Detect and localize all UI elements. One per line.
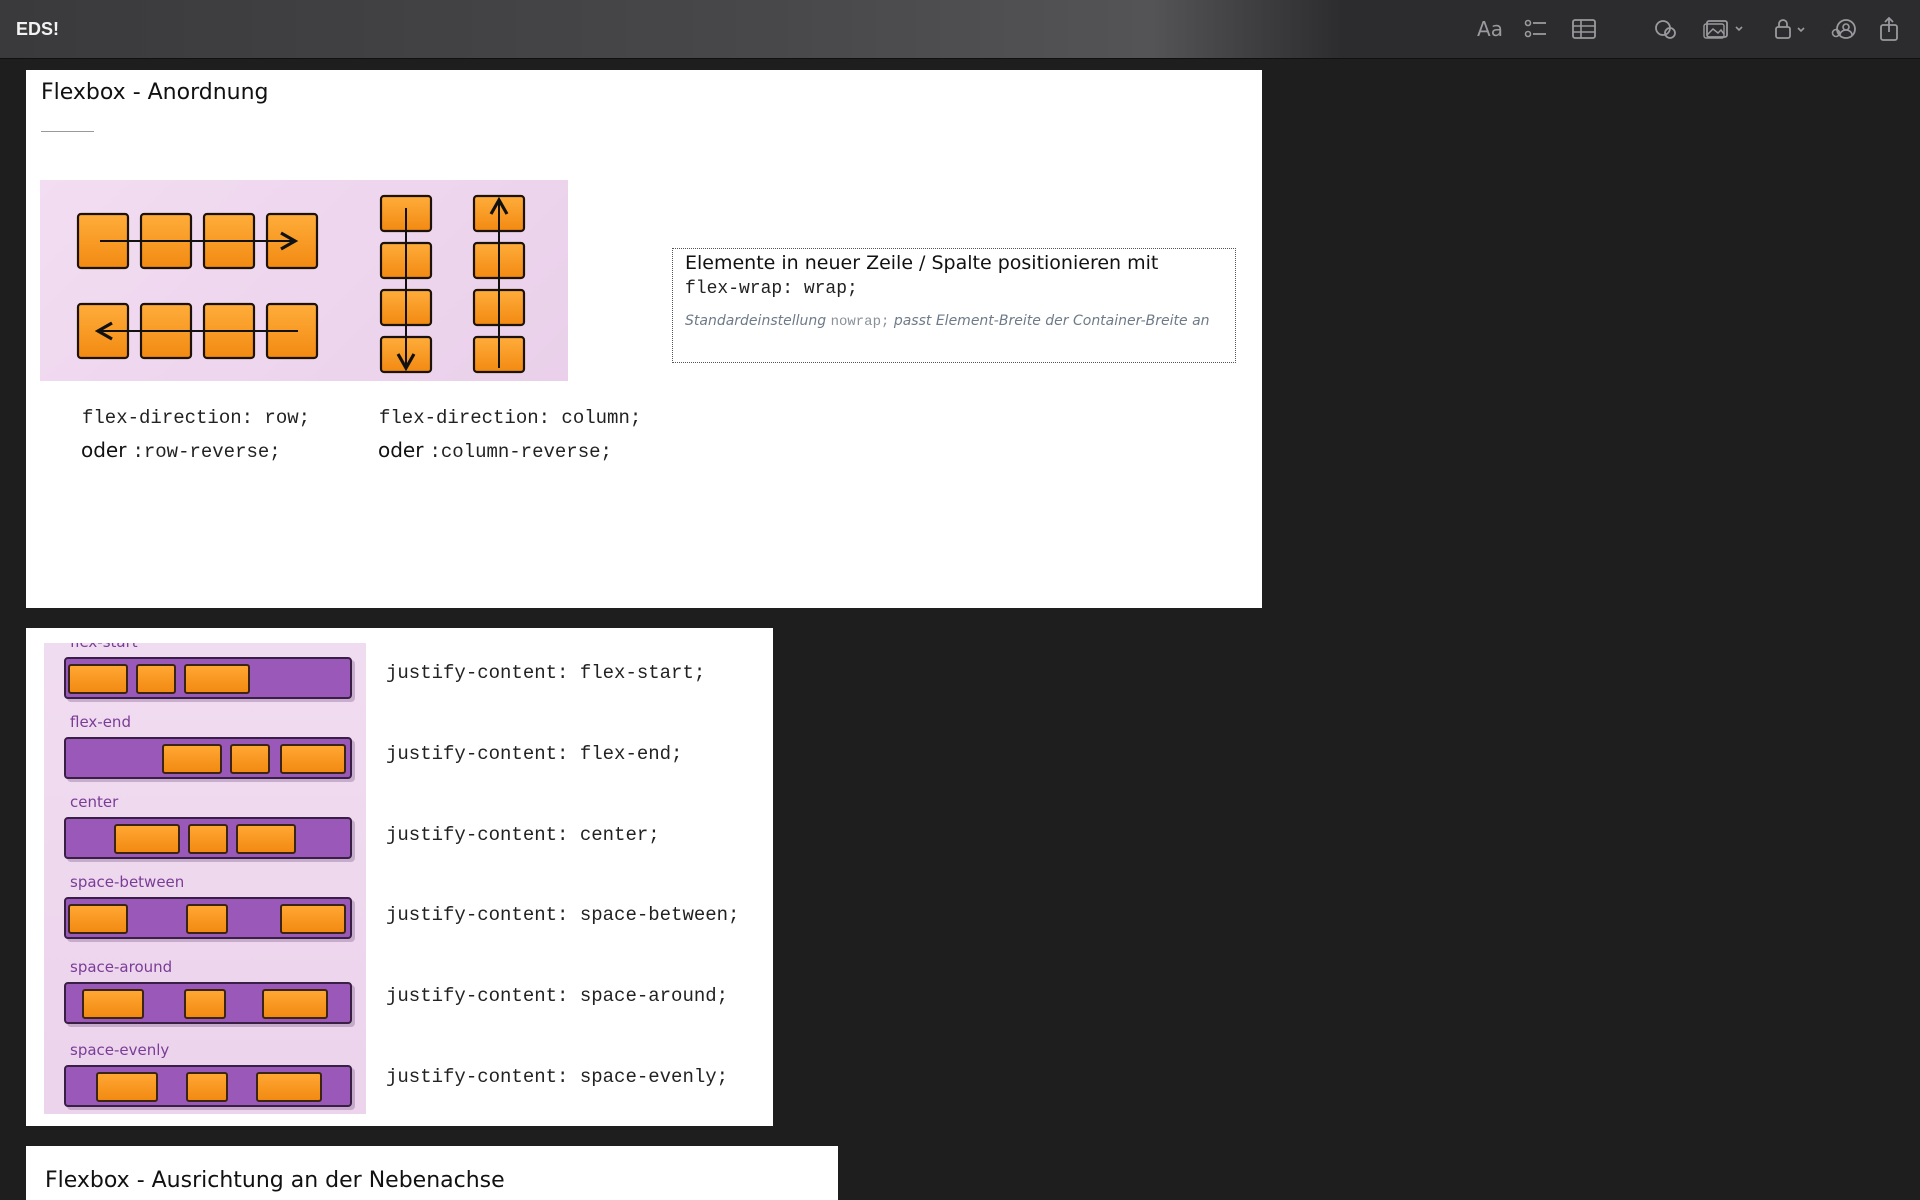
flex-item (186, 904, 228, 934)
flex-item (184, 989, 226, 1019)
justify-label-center: center (70, 793, 119, 811)
justify-code-space-around: justify-content: space-around; (386, 985, 729, 1007)
flex-item (96, 1072, 158, 1102)
checklist-icon[interactable] (1523, 16, 1549, 42)
wrap-code: flex-wrap: wrap; (685, 279, 858, 299)
justify-label-space-around: space-around (70, 958, 173, 976)
justify-bar-center (64, 817, 352, 859)
justify-bar-space-between (64, 897, 352, 939)
justify-label-flex-end: flex-end (70, 713, 131, 731)
justify-code-space-between: justify-content: space-between; (386, 904, 740, 926)
flex-item (236, 824, 296, 854)
title-divider (41, 131, 94, 132)
wrap-heading: Elemente in neuer Zeile / Spalte positio… (685, 252, 1159, 274)
justify-content-card: flex-start flex-end center space-between… (26, 628, 773, 1126)
wrap-note-prefix: Standardeinstellung (685, 313, 827, 329)
flex-item (68, 904, 128, 934)
share-person-icon[interactable] (1830, 16, 1858, 42)
flex-direction-illustration (40, 180, 568, 381)
justify-label-flex-start: flex-start (70, 643, 138, 651)
flex-item (136, 664, 176, 694)
flex-item (114, 824, 180, 854)
lock-icon[interactable] (1773, 16, 1809, 42)
cross-axis-card: Flexbox - Ausrichtung an der Nebenachse (26, 1146, 838, 1200)
justify-bar-space-around (64, 982, 352, 1024)
justify-label-space-evenly: space-evenly (70, 1041, 170, 1059)
text-format-label: Aa (1477, 17, 1503, 41)
row-reverse-code: :row-reverse; (132, 441, 281, 463)
oder-label: oder (81, 438, 127, 462)
section-title: Flexbox - Ausrichtung an der Nebenachse (45, 1168, 505, 1193)
justify-code-flex-start: justify-content: flex-start; (386, 662, 706, 684)
justify-bar-flex-start (64, 657, 352, 699)
flexbox-arrangement-card: Flexbox - Anordnung flex-direction: row;… (26, 70, 1262, 608)
section-title: Flexbox - Anordnung (41, 80, 269, 105)
text-format-icon[interactable]: Aa (1475, 16, 1505, 42)
wrap-note-code: nowrap; (830, 314, 890, 330)
column-reverse-line: oder :column-reverse; (378, 438, 612, 463)
flex-item (188, 824, 228, 854)
justify-code-flex-end: justify-content: flex-end; (386, 743, 683, 765)
column-reverse-code: :column-reverse; (429, 441, 612, 463)
flex-item (280, 744, 346, 774)
flex-item (230, 744, 270, 774)
oder-label: oder (378, 438, 424, 462)
flex-item (184, 664, 250, 694)
row-direction-code: flex-direction: row; (82, 407, 311, 429)
justify-code-center: justify-content: center; (386, 824, 660, 846)
row-reverse-line: oder :row-reverse; (81, 438, 281, 463)
media-icon[interactable] (1703, 16, 1747, 42)
wrap-note-suffix: passt Element-Breite der Container-Breit… (893, 313, 1210, 329)
justify-bar-flex-end (64, 737, 352, 779)
flex-item (68, 664, 128, 694)
flex-item (262, 989, 328, 1019)
flex-item (256, 1072, 322, 1102)
share-icon[interactable] (1876, 16, 1902, 42)
column-direction-code: flex-direction: column; (379, 407, 642, 429)
flex-item (186, 1072, 228, 1102)
flex-item (82, 989, 144, 1019)
app-title: EDS! (16, 19, 60, 39)
collaborate-icon[interactable] (1653, 16, 1679, 42)
justify-bar-space-evenly (64, 1065, 352, 1107)
flex-wrap-note: Elemente in neuer Zeile / Spalte positio… (672, 248, 1236, 363)
justify-content-illustration: flex-start flex-end center space-between… (44, 643, 366, 1114)
toolbar: EDS! Aa (0, 0, 1920, 59)
table-icon[interactable] (1571, 16, 1597, 42)
flex-item (280, 904, 346, 934)
wrap-default-note: Standardeinstellung nowrap; passt Elemen… (685, 313, 1223, 331)
flex-item (162, 744, 222, 774)
justify-label-space-between: space-between (70, 873, 185, 891)
justify-code-space-evenly: justify-content: space-evenly; (386, 1066, 729, 1088)
